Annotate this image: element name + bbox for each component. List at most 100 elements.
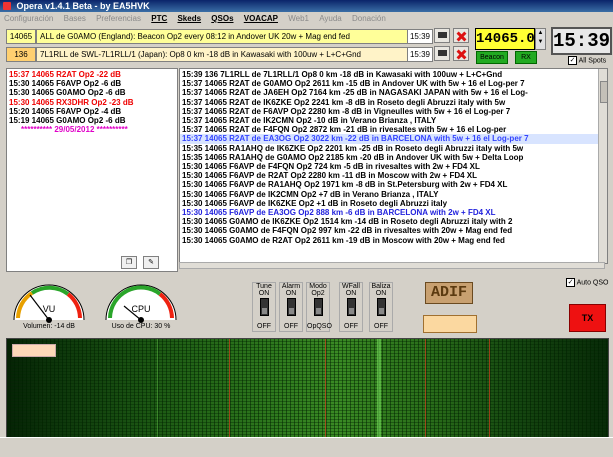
- msg1-text: ALL de G0AMO (England): Beacon Op2 every…: [36, 29, 409, 44]
- table-row[interactable]: 15:37 14065 R2AT de IK2CMN Op2 -10 dB in…: [180, 116, 607, 125]
- table-row[interactable]: 15:30 14065 F6AVP de IK2CMN Op2 +7 dB in…: [180, 190, 607, 199]
- vu-label: VU: [43, 304, 56, 314]
- tx-button[interactable]: TX: [569, 304, 606, 332]
- status-bar: [0, 437, 613, 457]
- waterfall-marker: [12, 344, 56, 357]
- auto-qso-check-icon[interactable]: ✓: [566, 278, 575, 287]
- table-row[interactable]: 15:37 14065 R2AT de EA3OG Op2 3022 km -2…: [180, 134, 607, 144]
- msg2-freq: 136: [6, 47, 36, 62]
- toggle-label: Modo: [309, 283, 327, 290]
- baliza-toggle[interactable]: Baliza ON OFF: [369, 282, 393, 332]
- toggle-on-label: ON: [345, 290, 357, 297]
- menu-ptc[interactable]: PTC: [147, 12, 171, 26]
- vu-caption: Volumen: -14 dB: [23, 323, 75, 330]
- menu-voacap[interactable]: VOACAP: [240, 12, 282, 26]
- frequency-display[interactable]: 14065.0: [475, 28, 535, 50]
- msg1-close-icon[interactable]: [453, 28, 469, 43]
- table-row[interactable]: 15:30 14065 G0AMO de F4FQN Op2 997 km -2…: [180, 226, 607, 235]
- switch-icon[interactable]: [377, 298, 386, 316]
- auto-qso-checkbox[interactable]: ✓ Auto QSO: [566, 278, 608, 287]
- menu-donacion[interactable]: Donación: [348, 12, 390, 26]
- menu-web1[interactable]: Web1: [284, 12, 313, 26]
- window-title: Opera v1.4.1 Beta - by EA5HVK: [16, 1, 150, 11]
- toggle-on-label: ON: [375, 290, 387, 297]
- toggle-off-label: OpQSO: [307, 323, 332, 330]
- table-row[interactable]: 15:37 14065 R2AT de F4FQN Op2 2872 km -2…: [180, 125, 607, 134]
- all-spots-checkbox[interactable]: ✓ All Spots: [568, 56, 606, 65]
- toggle-off-label: OFF: [344, 323, 358, 330]
- table-row[interactable]: 15:37 14065 R2AT de G0AMO Op2 2611 km -1…: [180, 79, 607, 88]
- table-row[interactable]: 15:39 136 7L1RLL de 7L1RLL/1 Op8 0 km -1…: [180, 70, 607, 79]
- vu-meter: VU: [10, 278, 88, 328]
- scroll-thumb[interactable]: [600, 81, 607, 103]
- msg1-freq: 14065: [6, 29, 36, 44]
- table-row[interactable]: 15:30 14065 G0AMO de IK6ZKE Op2 1514 km …: [180, 217, 607, 226]
- toggle-label: Baliza: [371, 283, 391, 290]
- list-item[interactable]: 15:37 14065 R2AT Op2 -22 dB: [7, 70, 177, 79]
- switch-icon[interactable]: [260, 298, 269, 316]
- right-log-panel[interactable]: 15:39 136 7L1RLL de 7L1RLL/1 Op8 0 km -1…: [179, 68, 608, 264]
- toggle-off-label: OFF: [374, 323, 388, 330]
- toggle-label: Alarm: [281, 283, 301, 290]
- left-log-panel[interactable]: 15:37 14065 R2AT Op2 -22 dB 15:30 14065 …: [6, 68, 178, 272]
- list-item[interactable]: 15:19 14065 G0AMO Op2 -6 dB: [7, 116, 177, 125]
- table-row[interactable]: 15:30 14065 F6AVP de F4FQN Op2 724 km -5…: [180, 162, 607, 171]
- erase-icon[interactable]: ✎: [143, 256, 159, 269]
- cpu-meter: CPU: [102, 278, 180, 328]
- msg2-computer-icon[interactable]: [434, 46, 450, 61]
- switch-icon[interactable]: [314, 298, 323, 316]
- adif-button[interactable]: ADIF: [425, 282, 473, 304]
- toggle-label: Tune: [256, 283, 272, 290]
- waterfall-display[interactable]: [6, 338, 609, 438]
- list-item[interactable]: 15:20 14065 F6AVP Op2 -4 dB: [7, 107, 177, 116]
- all-spots-label: All Spots: [578, 57, 607, 65]
- table-row[interactable]: 15:30 14065 G0AMO de R2AT Op2 2611 km -1…: [180, 236, 607, 245]
- all-spots-check-icon[interactable]: ✓: [568, 56, 577, 65]
- table-row[interactable]: 15:30 14065 F6AVP de RA1AHQ Op2 1971 km …: [180, 180, 607, 189]
- clock-display: 15:39: [551, 27, 612, 55]
- table-row[interactable]: 15:35 14065 RA1AHQ de IK6ZKE Op2 2201 km…: [180, 144, 607, 153]
- spin-up-icon[interactable]: ▲: [536, 29, 545, 38]
- spin-down-icon[interactable]: ▼: [536, 38, 545, 47]
- menu-preferencias[interactable]: Preferencias: [92, 12, 145, 26]
- toggle-label: WFall: [342, 283, 360, 290]
- mode-toggle[interactable]: Modo Op2 OpQSO: [306, 282, 332, 332]
- toggle-off-label: OFF: [257, 323, 271, 330]
- table-row[interactable]: 15:37 14065 R2AT de JA6EH Op2 7164 km -2…: [180, 88, 607, 97]
- menu-skeds[interactable]: Skeds: [173, 12, 205, 26]
- msg2-time: 15:39: [407, 47, 433, 62]
- msg1-time: 15:39: [407, 29, 433, 44]
- table-row[interactable]: 15:37 14065 R2AT de IK6ZKE Op2 2241 km -…: [180, 98, 607, 107]
- beacon-button[interactable]: Beacon: [476, 51, 508, 64]
- toggle-off-label: OFF: [284, 323, 298, 330]
- adif-status-box: [423, 315, 477, 333]
- app-icon: [3, 2, 11, 10]
- table-row[interactable]: 15:30 14065 F6AVP de R2AT Op2 2280 km -1…: [180, 171, 607, 180]
- msg2-text: 7L1RLL de SWL-7L1RLL/1 (Japan): Op8 0 km…: [36, 47, 409, 62]
- list-item[interactable]: 15:30 14065 G0AMO Op2 -6 dB: [7, 88, 177, 97]
- msg1-computer-icon[interactable]: [434, 28, 450, 43]
- msg2-close-icon[interactable]: [453, 46, 469, 61]
- switch-icon[interactable]: [287, 298, 296, 316]
- copy-icon[interactable]: ❐: [121, 256, 137, 269]
- table-row[interactable]: 15:35 14065 RA1AHQ de G0AMO Op2 2185 km …: [180, 153, 607, 162]
- log-scrollbar[interactable]: [598, 69, 607, 263]
- log-hscrollbar[interactable]: [179, 262, 605, 269]
- switch-icon[interactable]: [347, 298, 356, 316]
- tune-toggle[interactable]: Tune ON OFF: [252, 282, 276, 332]
- list-item[interactable]: 15:30 14065 RX3DHR Op2 -23 dB: [7, 98, 177, 107]
- table-row[interactable]: 15:30 14065 F6AVP de IK6ZKE Op2 +1 dB in…: [180, 199, 607, 208]
- menu-configuracion[interactable]: Configuración: [0, 12, 57, 26]
- table-row[interactable]: 15:37 14065 R2AT de F6AVP Op2 2280 km -8…: [180, 107, 607, 116]
- table-row[interactable]: 15:30 14065 F6AVP de EA3OG Op2 888 km -6…: [180, 208, 607, 217]
- toggle-on-label: ON: [285, 290, 297, 297]
- rx-button[interactable]: RX: [515, 51, 537, 64]
- auto-qso-label: Auto QSO: [576, 279, 609, 287]
- menu-bases[interactable]: Bases: [60, 12, 90, 26]
- list-item[interactable]: 15:30 14065 F6AVP Op2 -6 dB: [7, 79, 177, 88]
- menu-qsos[interactable]: QSOs: [207, 12, 237, 26]
- wfall-toggle[interactable]: WFall ON OFF: [339, 282, 363, 332]
- frequency-spinner[interactable]: ▲ ▼: [535, 28, 546, 50]
- menu-ayuda[interactable]: Ayuda: [315, 12, 346, 26]
- alarm-toggle[interactable]: Alarm ON OFF: [279, 282, 303, 332]
